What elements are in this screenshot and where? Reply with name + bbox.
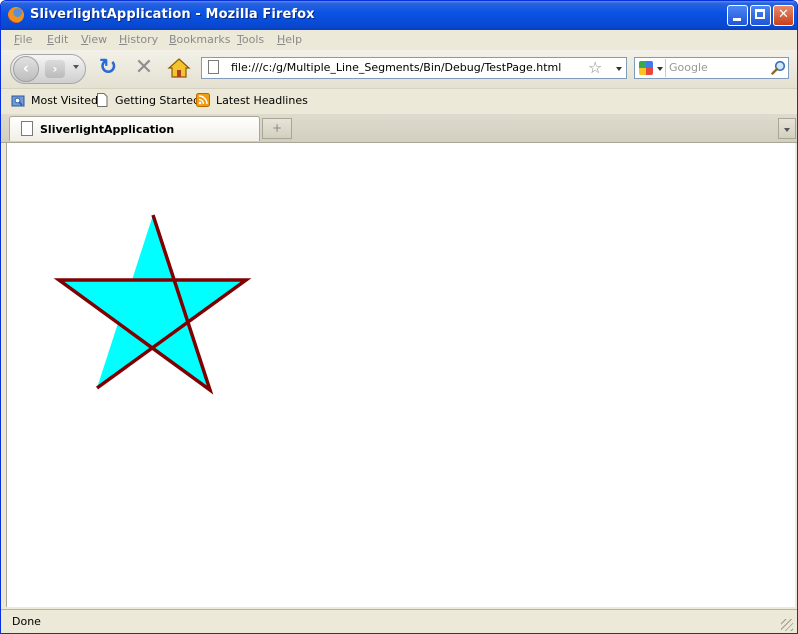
maximize-button[interactable] [750,5,771,26]
bookmark-star-icon[interactable]: ☆ [588,58,602,78]
window-title: SliverlightApplication - Mozilla Firefox [30,7,315,22]
search-icon[interactable] [771,60,786,75]
resize-grip-icon[interactable] [781,619,793,631]
bookmark-latest-headlines[interactable]: Latest Headlines [196,93,308,109]
stop-button[interactable]: ✕ [132,56,156,80]
title-bar[interactable]: SliverlightApplication - Mozilla Firefox… [1,1,797,30]
bookmark-label: Getting Started [115,94,201,107]
bookmark-most-visited[interactable]: Most Visited [11,93,98,109]
back-forward-group: ‹ › [10,54,86,84]
menu-file[interactable]: File [14,33,32,46]
silverlight-canvas [53,214,252,395]
minimize-icon [733,18,741,21]
url-dropdown-icon[interactable] [616,67,622,71]
tab-label: SliverlightApplication [40,123,175,136]
menu-bookmarks[interactable]: Bookmarks [169,33,230,46]
url-text[interactable]: file:///c:/g/Multiple_Line_Segments/Bin/… [231,61,561,74]
stop-icon: ✕ [134,55,154,80]
plus-icon: + [271,121,283,135]
search-separator [665,59,666,77]
bookmark-getting-started[interactable]: Getting Started [95,93,200,109]
page-icon [208,60,219,74]
reload-button[interactable]: ↻ [96,56,120,80]
search-box[interactable] [634,57,789,79]
forward-arrow-icon: › [52,62,58,76]
reload-icon: ↻ [98,55,118,80]
tab-list-button[interactable] [778,118,796,139]
menu-help[interactable]: Help [277,33,302,46]
close-button[interactable]: ✕ [773,5,794,26]
chevron-down-icon [784,128,790,132]
menu-bar: File Edit View History Bookmarks Tools H… [1,30,797,50]
new-tab-button[interactable]: + [262,118,292,139]
back-arrow-icon: ‹ [22,59,30,77]
bookmark-label: Most Visited [31,94,98,107]
tab-sliverlightapplication[interactable]: SliverlightApplication [9,116,260,141]
google-icon[interactable] [639,61,653,75]
search-engine-dropdown-icon[interactable] [657,67,663,71]
navigation-toolbar: ‹ › ↻ ✕ file:///c:/g/Multiple_Line_Segme… [1,50,797,89]
browser-window: SliverlightApplication - Mozilla Firefox… [0,0,798,634]
home-icon [167,58,191,78]
tab-strip: SliverlightApplication + [1,114,797,143]
rss-feed-icon [196,93,210,107]
status-text: Done [12,615,41,628]
minimize-button[interactable] [727,5,748,26]
home-button[interactable] [167,57,191,79]
page-content [6,143,795,607]
menu-tools[interactable]: Tools [237,33,264,46]
menu-history[interactable]: History [119,33,158,46]
address-bar[interactable]: file:///c:/g/Multiple_Line_Segments/Bin/… [201,57,627,79]
folder-search-icon [11,95,25,107]
maximize-icon [755,9,765,19]
status-bar: Done [1,609,797,633]
forward-button[interactable]: › [45,60,65,78]
menu-edit[interactable]: Edit [47,33,68,46]
bookmark-label: Latest Headlines [216,94,308,107]
page-icon [97,93,108,107]
history-dropdown-icon[interactable] [73,65,79,69]
page-icon [21,121,33,136]
bookmarks-toolbar: Most Visited Getting Started Latest Head… [1,89,797,113]
menu-view[interactable]: View [81,33,107,46]
back-button[interactable]: ‹ [13,56,39,82]
firefox-logo-icon [8,7,24,23]
search-input[interactable] [669,61,765,74]
